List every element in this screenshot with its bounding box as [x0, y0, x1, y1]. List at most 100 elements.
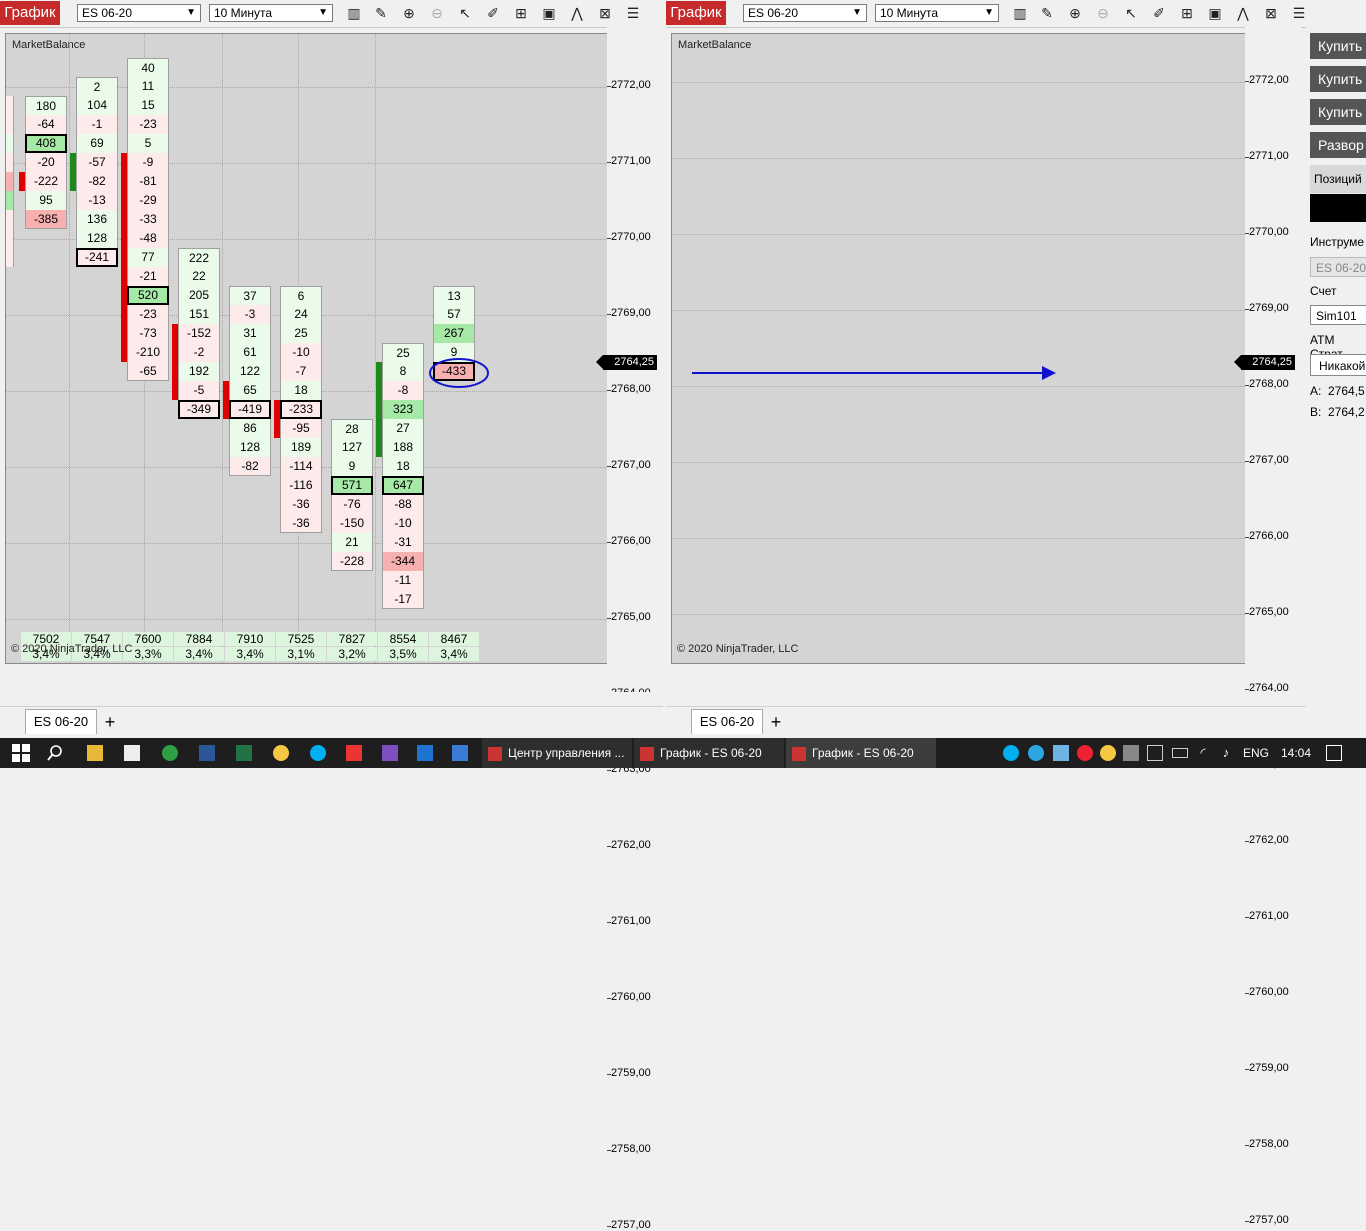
atm-strategy-select[interactable]: Никакой [1310, 354, 1366, 376]
taskbar-item-control-center[interactable]: Центр управления ... [482, 738, 632, 768]
battery-tray-icon[interactable] [1172, 748, 1188, 758]
feather-icon[interactable] [382, 745, 398, 761]
chart-plot-area[interactable]: MarketBalance 13:0013:1513:3013:4514:001… [671, 33, 1250, 664]
price-label: 2770,00 [1249, 225, 1289, 238]
chart-title[interactable]: График [0, 1, 60, 25]
footprint-cell: 31 [229, 324, 271, 343]
skype-icon[interactable] [310, 745, 326, 761]
indicators-icon[interactable]: ⋀ [1233, 4, 1253, 22]
horizontal-scrollbar[interactable] [0, 692, 663, 706]
drawing-tool-icon[interactable]: ✎ [1037, 4, 1057, 22]
skype-tray-icon[interactable] [1003, 745, 1019, 761]
price-label: 2769,00 [611, 306, 651, 319]
pointer-icon[interactable]: ↖ [1121, 4, 1141, 22]
excel-icon[interactable] [236, 745, 252, 761]
store-icon[interactable] [124, 745, 140, 761]
tab-bar: ES 06-20 + [666, 706, 1306, 737]
bar-type-icon[interactable]: ▥ [1010, 4, 1030, 22]
footprint-cell: -33 [127, 210, 169, 229]
price-label: 2771,00 [1249, 149, 1289, 162]
pointer-icon[interactable]: ↖ [455, 4, 475, 22]
price-axis[interactable]: 2772,00 2771,00 2770,00 2769,00 2768,00 2767,… [596, 27, 663, 1231]
zoom-out-icon[interactable]: ⊖ [1093, 4, 1113, 22]
price-axis[interactable]: 2772,00 2771,00 2770,00 2769,00 2768,00 2767,… [1234, 27, 1301, 1226]
price-tick [1245, 612, 1249, 614]
instrument-select[interactable]: ES 06-20 ▼ [743, 4, 867, 22]
antivirus-tray-icon[interactable] [1077, 745, 1093, 761]
mail-icon[interactable] [417, 745, 433, 761]
buy-button[interactable]: Купить [1310, 66, 1366, 92]
price-tick [607, 85, 611, 87]
tab-instrument[interactable]: ES 06-20 [25, 709, 97, 734]
zoom-in-icon[interactable]: ⊕ [1065, 4, 1085, 22]
footprint-cell: 28 [331, 419, 373, 438]
notifications-icon[interactable] [1326, 745, 1342, 761]
footprint-cell: 24 [280, 305, 322, 324]
drawing-tool-icon[interactable]: ✎ [371, 4, 391, 22]
security-tray-icon[interactable] [1123, 745, 1139, 761]
file-explorer-icon[interactable] [87, 745, 103, 761]
menu-icon[interactable]: ☰ [623, 4, 643, 22]
search-icon[interactable] [47, 745, 63, 761]
monitor-tray-icon[interactable] [1147, 745, 1163, 761]
strategies-icon[interactable]: ⊠ [1261, 4, 1281, 22]
footprint-cell: -57 [76, 153, 118, 172]
footprint-cell: 128 [76, 229, 118, 248]
price-label: 2761,00 [611, 914, 651, 927]
buy-button[interactable]: Купить [1310, 99, 1366, 125]
interval-select[interactable]: 10 Минута ▼ [875, 4, 999, 22]
instrument-field[interactable]: ES 06-20 [1310, 257, 1366, 277]
taskbar-item-chart-1[interactable]: График - ES 06-20 [634, 738, 784, 768]
add-tab-icon[interactable]: + [764, 711, 788, 733]
properties-icon[interactable]: ✐ [1149, 4, 1169, 22]
templates-icon[interactable]: ⊞ [511, 4, 531, 22]
language-indicator[interactable]: ENG [1243, 738, 1273, 768]
horizontal-scrollbar[interactable] [666, 692, 1306, 706]
strategies-icon[interactable]: ⊠ [595, 4, 615, 22]
zoom-in-icon[interactable]: ⊕ [399, 4, 419, 22]
interval-select[interactable]: 10 Минута ▼ [209, 4, 333, 22]
taskbar-item-chart-2[interactable]: График - ES 06-20 [786, 738, 936, 768]
word-icon[interactable] [199, 745, 215, 761]
remote-desktop-icon[interactable] [452, 745, 468, 761]
bar-type-icon[interactable]: ▥ [344, 4, 364, 22]
footprint-cell-partial [6, 115, 14, 134]
paint-tray-icon[interactable] [1100, 745, 1116, 761]
price-tick [607, 921, 611, 923]
add-tab-icon[interactable]: + [98, 711, 122, 733]
volume-icon[interactable]: ♪ [1218, 745, 1234, 761]
instrument-select[interactable]: ES 06-20 ▼ [77, 4, 201, 22]
buy-button[interactable]: Купить [1310, 33, 1366, 59]
tab-instrument[interactable]: ES 06-20 [691, 709, 763, 734]
clock[interactable]: 14:04 [1281, 738, 1315, 768]
price-tick [607, 769, 611, 771]
price-tick [1245, 916, 1249, 918]
chrome-icon[interactable] [162, 745, 178, 761]
chart-title[interactable]: График [666, 1, 726, 25]
price-label: 2760,00 [1249, 985, 1289, 998]
reverse-button[interactable]: Развор [1310, 132, 1366, 158]
windows-start-icon[interactable] [12, 744, 30, 762]
data-box-icon[interactable]: ▣ [539, 4, 559, 22]
properties-icon[interactable]: ✐ [483, 4, 503, 22]
yandex-icon[interactable] [346, 745, 362, 761]
templates-icon[interactable]: ⊞ [1177, 4, 1197, 22]
telegram-tray-icon[interactable] [1028, 745, 1044, 761]
indicators-icon[interactable]: ⋀ [567, 4, 587, 22]
paint-icon[interactable] [273, 745, 289, 761]
price-label: 2759,00 [611, 1066, 651, 1079]
menu-icon[interactable]: ☰ [1289, 4, 1309, 22]
footprint-cell: -82 [76, 172, 118, 191]
account-select[interactable]: Sim101 [1310, 305, 1366, 325]
footprint-cell: -116 [280, 476, 322, 495]
price-label: 2768,00 [611, 382, 651, 395]
data-box-icon[interactable]: ▣ [1205, 4, 1225, 22]
zoom-out-icon[interactable]: ⊖ [427, 4, 447, 22]
footprint-cell: 27 [382, 419, 424, 438]
price-tick [607, 541, 611, 543]
chart-plot-area[interactable]: MarketBalance 13:0013:1513:3013:4514:001… [5, 33, 612, 664]
footprint-cell: 520 [127, 286, 169, 305]
wifi-icon[interactable]: ◜ [1195, 745, 1211, 761]
settings-tray-icon[interactable] [1053, 745, 1069, 761]
price-tick [1245, 992, 1249, 994]
